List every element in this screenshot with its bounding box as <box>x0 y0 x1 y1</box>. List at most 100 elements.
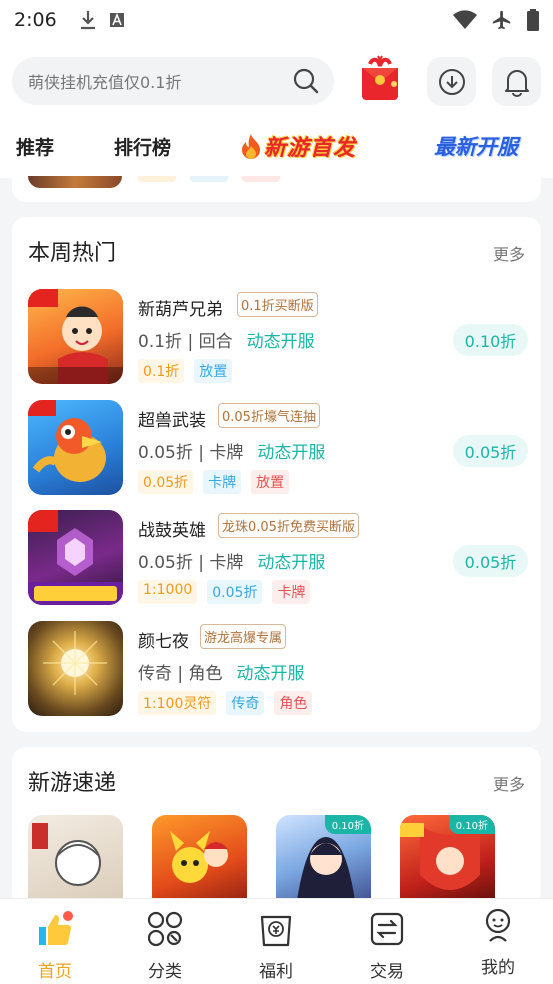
trade-icon <box>370 912 404 946</box>
tag: 0.05折 <box>138 470 194 494</box>
tag-remnant <box>190 176 228 182</box>
tag: 卡牌 <box>203 470 242 494</box>
section-title: 本周热门 <box>28 241 117 266</box>
status-time: 2:06 <box>14 9 57 31</box>
tab-new-game-label: 新游首发 <box>264 136 357 161</box>
tag-remnant <box>138 176 176 182</box>
wifi-icon <box>453 10 477 29</box>
tag: 1:100灵符 <box>138 691 217 715</box>
tag: 传奇 <box>226 691 265 715</box>
tag-remnant <box>242 176 280 182</box>
nav-label: 首页 <box>38 962 72 982</box>
game-thumbnail <box>28 176 122 188</box>
game-promo-tag: 0.05折壕气连抽 <box>218 403 320 428</box>
game-list-item[interactable]: 新葫芦兄弟 0.1折买断版 0.1折 | 回合 动态开服 0.1折 放置 0.10… <box>28 289 528 389</box>
tag: 放置 <box>251 470 290 494</box>
nav-label: 交易 <box>370 962 404 982</box>
game-category: 0.1折 | 回合 <box>138 332 233 352</box>
game-icon <box>28 510 123 605</box>
tag: 0.05折 <box>207 580 263 604</box>
game-list-item[interactable]: 超兽武装 0.05折壕气连抽 0.05折 | 卡牌 动态开服 0.05折 卡牌 放… <box>28 400 528 500</box>
flame-icon <box>242 134 260 159</box>
section-title: 新游速递 <box>28 771 117 796</box>
dynamic-server-label: 动态开服 <box>246 332 315 352</box>
nav-label: 福利 <box>259 962 293 982</box>
search-input[interactable]: 萌侠挂机充值仅0.1折 <box>12 57 334 105</box>
discount-button[interactable]: 0.05折 <box>453 545 528 577</box>
game-category: 传奇 | 角色 <box>138 664 223 684</box>
discount-button[interactable]: 0.10折 <box>453 324 528 356</box>
bell-icon <box>504 69 529 97</box>
discount-badge: 0.10折 <box>324 815 371 834</box>
game-category: 0.05折 | 卡牌 <box>138 443 244 463</box>
game-tags: 0.1折 放置 <box>138 359 233 383</box>
game-tags: 1:100灵符 传奇 角色 <box>138 691 313 715</box>
game-tags: 1:1000 0.05折 卡牌 <box>138 580 311 604</box>
game-name: 新葫芦兄弟 <box>138 300 223 320</box>
tab-new-server[interactable]: 最新开服 <box>434 131 518 161</box>
game-name: 颜七夜 <box>138 632 189 652</box>
download-circle-icon <box>438 68 465 95</box>
dynamic-server-label: 动态开服 <box>236 664 305 684</box>
status-bar: 2:06 <box>0 0 553 40</box>
nav-category[interactable]: 分类 <box>110 899 220 984</box>
game-promo-tag: 0.1折买断版 <box>237 292 318 317</box>
thumbs-up-icon <box>39 911 73 946</box>
discount-badge: 0.10折 <box>448 815 495 834</box>
game-icon <box>28 289 123 384</box>
game-category: 0.05折 | 卡牌 <box>138 553 244 573</box>
tag: 角色 <box>274 691 313 715</box>
more-link[interactable]: 更多 <box>493 241 525 265</box>
game-promo-tag: 龙珠0.05折免费买断版 <box>218 513 359 538</box>
game-meta: 0.05折 | 卡牌 动态开服 <box>138 438 325 463</box>
search-placeholder: 萌侠挂机充值仅0.1折 <box>28 73 182 92</box>
tag: 放置 <box>194 359 233 383</box>
dynamic-server-label: 动态开服 <box>257 553 326 573</box>
game-meta: 0.05折 | 卡牌 动态开服 <box>138 548 325 573</box>
more-link[interactable]: 更多 <box>493 771 525 795</box>
game-list-item[interactable]: 战鼓英雄 龙珠0.05折免费买断版 0.05折 | 卡牌 动态开服 1:1000 … <box>28 510 528 610</box>
nav-profile[interactable]: 我的 <box>443 899 553 984</box>
airplane-icon <box>492 10 511 30</box>
nav-label: 我的 <box>481 958 515 978</box>
game-name: 超兽武装 <box>138 411 206 431</box>
game-promo-tag: 游龙高爆专属 <box>200 624 287 649</box>
welfare-bag-icon <box>260 915 292 947</box>
nav-label: 分类 <box>148 962 182 982</box>
tab-bar: 推荐 排行榜 新游首发 最新开服 <box>0 126 553 166</box>
game-icon <box>28 621 123 716</box>
download-icon <box>80 11 95 30</box>
category-grid-icon <box>147 911 183 947</box>
game-meta: 0.1折 | 回合 动态开服 <box>138 327 315 352</box>
game-name: 战鼓英雄 <box>138 521 206 541</box>
new-game-thumbnail[interactable] <box>152 815 247 907</box>
bottom-navigation: 首页 分类 福利 交易 我的 <box>0 898 553 984</box>
nav-home[interactable]: 首页 <box>0 899 110 984</box>
game-icon <box>28 400 123 495</box>
new-game-thumbnail[interactable] <box>28 815 123 907</box>
profile-icon <box>485 908 511 942</box>
new-game-thumbnail[interactable]: 0.10折 <box>400 815 495 907</box>
dynamic-server-label: 动态开服 <box>257 443 326 463</box>
new-game-thumbnail[interactable]: 0.10折 <box>276 815 371 907</box>
tag: 卡牌 <box>272 580 311 604</box>
battery-icon <box>527 9 539 31</box>
nav-trade[interactable]: 交易 <box>332 899 442 984</box>
search-icon[interactable] <box>292 67 320 95</box>
weekly-hot-section: 本周热门 更多 新葫芦兄弟 0.1折买断版 0.1折 | 回合 动态开服 0.1折… <box>12 217 541 732</box>
tag: 1:1000 <box>138 580 198 604</box>
tab-new-game[interactable]: 新游首发 <box>240 130 356 162</box>
red-envelope-gift-icon[interactable] <box>356 54 404 104</box>
tag: 0.1折 <box>138 359 185 383</box>
game-tags: 0.05折 卡牌 放置 <box>138 470 290 494</box>
discount-button[interactable]: 0.05折 <box>453 435 528 467</box>
header: 萌侠挂机充值仅0.1折 推荐 排行榜 新游首发 最新开服 <box>0 40 553 178</box>
font-a-icon <box>109 12 124 27</box>
game-meta: 传奇 | 角色 动态开服 <box>138 659 305 684</box>
nav-welfare[interactable]: 福利 <box>221 899 331 984</box>
notification-button[interactable] <box>492 57 541 106</box>
game-list-item[interactable]: 颜七夜 游龙高爆专属 传奇 | 角色 动态开服 1:100灵符 传奇 角色 <box>28 621 528 721</box>
download-button[interactable] <box>427 57 476 106</box>
tab-ranking[interactable]: 排行榜 <box>114 133 171 160</box>
tab-recommend[interactable]: 推荐 <box>16 133 54 160</box>
